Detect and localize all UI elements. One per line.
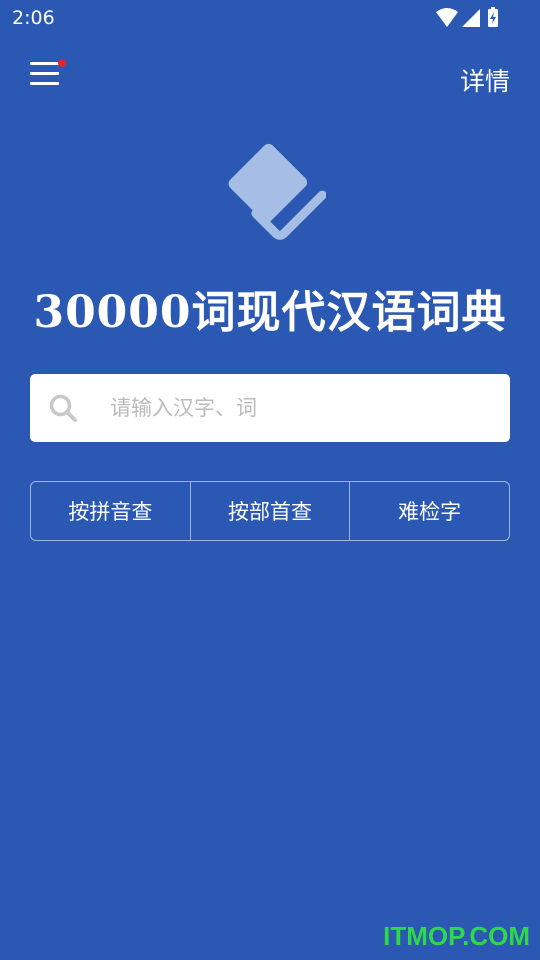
search-input[interactable] — [110, 388, 490, 428]
cell-signal-icon — [462, 9, 480, 27]
radical-search-button[interactable]: 按部首查 — [189, 482, 350, 540]
menu-button[interactable] — [30, 59, 66, 92]
watermark: ITMOP.COM — [383, 921, 530, 951]
search-mode-tabs: 按拼音查 按部首查 难检字 — [30, 481, 510, 541]
app-title: 30000词现代汉语词典 — [33, 287, 507, 338]
difficult-char-button[interactable]: 难检字 — [349, 482, 509, 540]
wifi-icon — [436, 8, 458, 27]
book-icon — [214, 132, 327, 244]
status-time: 2:06 — [12, 7, 55, 29]
status-bar: 2:06 — [0, 0, 540, 36]
search-box[interactable] — [30, 374, 510, 442]
battery-charging-icon — [488, 7, 498, 27]
pinyin-search-button[interactable]: 按拼音查 — [31, 482, 190, 540]
status-icons — [436, 7, 500, 29]
details-button[interactable]: 详情 — [460, 62, 510, 98]
notification-badge — [58, 59, 66, 67]
search-icon — [49, 394, 77, 422]
